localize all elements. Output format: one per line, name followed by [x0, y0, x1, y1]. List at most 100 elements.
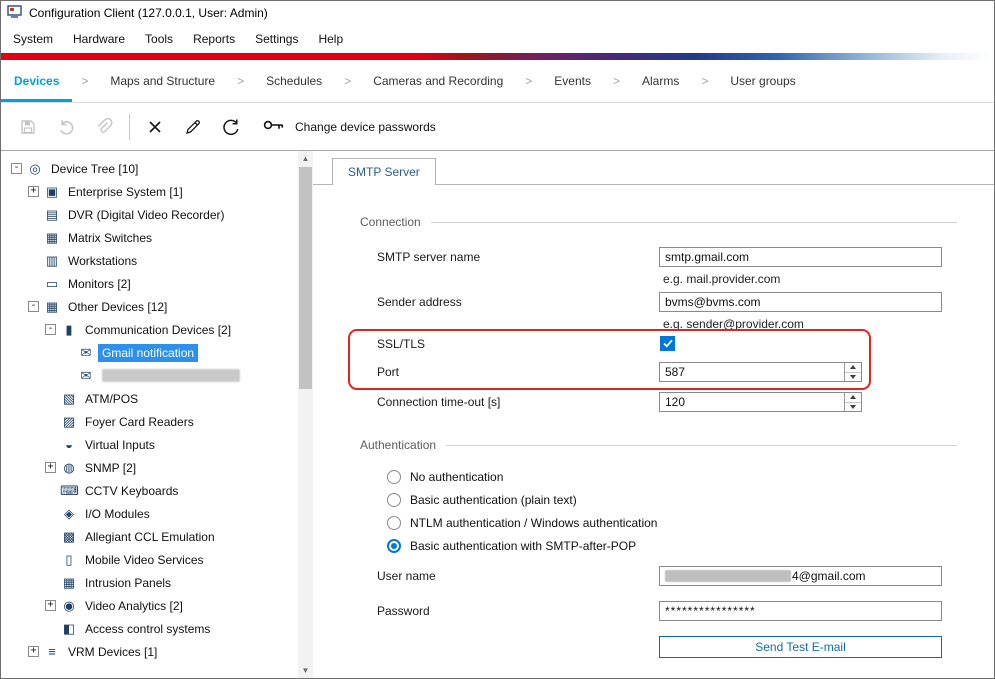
communication-devices-icon: ▮ [60, 322, 78, 338]
tree-item-label: Device Tree [10] [47, 160, 142, 178]
save-button[interactable] [9, 112, 47, 142]
attach-button[interactable] [85, 112, 123, 142]
radio-ntlm-authentication[interactable]: NTLM authentication / Windows authentica… [387, 516, 657, 530]
sender-address-hint: e.g. sender@provider.com [663, 317, 804, 331]
scroll-down-icon[interactable]: ▼ [298, 663, 313, 678]
tree-item-virtual-inputs[interactable]: ◒ Virtual Inputs [1, 433, 298, 456]
tab-user-groups[interactable]: User groups [717, 60, 808, 102]
connection-group-title: Connection [360, 215, 421, 229]
menu-system[interactable]: System [3, 28, 63, 50]
tree-item-gmail-notification[interactable]: ✉ Gmail notification [1, 341, 298, 364]
expander-spacer [45, 439, 56, 450]
connection-timeout-input[interactable]: 120 [659, 392, 862, 412]
tree-item-label: DVR (Digital Video Recorder) [64, 206, 229, 224]
auth-option-label: Basic authentication with SMTP-after-POP [410, 539, 636, 553]
ssl-checkbox[interactable] [660, 336, 675, 351]
tree-item-device-tree[interactable]: - ◎ Device Tree [10] [1, 157, 298, 180]
undo-button[interactable] [47, 112, 85, 142]
tree-item-dvr[interactable]: ▤ DVR (Digital Video Recorder) [1, 203, 298, 226]
spin-up-icon[interactable] [845, 363, 861, 373]
expander-spacer [45, 577, 56, 588]
spin-down-icon[interactable] [845, 403, 861, 412]
tree-item-io-modules[interactable]: ◈ I/O Modules [1, 502, 298, 525]
refresh-button[interactable] [212, 112, 250, 142]
toolbar-separator [129, 114, 130, 140]
scroll-up-icon[interactable]: ▲ [298, 151, 313, 166]
menu-settings[interactable]: Settings [245, 28, 308, 50]
send-test-email-button[interactable]: Send Test E-mail [659, 636, 942, 658]
email-icon: ✉ [77, 345, 95, 361]
change-device-passwords-button[interactable]: Change device passwords [262, 116, 436, 137]
radio-icon [387, 516, 401, 530]
chevron-right-icon: > [692, 60, 717, 102]
undo-icon [57, 118, 75, 136]
tab-maps-and-structure[interactable]: Maps and Structure [97, 60, 228, 102]
tab-events[interactable]: Events [541, 60, 604, 102]
tab-devices[interactable]: Devices [1, 60, 72, 102]
tree-item-foyer-card-readers[interactable]: ▨ Foyer Card Readers [1, 410, 298, 433]
edit-button[interactable] [174, 112, 212, 142]
radio-basic-authentication[interactable]: Basic authentication (plain text) [387, 493, 577, 507]
tree-item-monitors[interactable]: ▭ Monitors [2] [1, 272, 298, 295]
expand-icon[interactable]: + [28, 646, 39, 657]
tree-item-video-analytics[interactable]: + ◉ Video Analytics [2] [1, 594, 298, 617]
port-spinner [844, 363, 861, 381]
tree-item-label: Allegiant CCL Emulation [81, 528, 219, 546]
keyboard-icon: ⌨ [60, 483, 78, 499]
port-input[interactable]: 587 [659, 362, 862, 382]
menu-hardware[interactable]: Hardware [63, 28, 135, 50]
tree-item-mobile-video-services[interactable]: ▯ Mobile Video Services [1, 548, 298, 571]
tab-alarms[interactable]: Alarms [629, 60, 692, 102]
tab-schedules[interactable]: Schedules [253, 60, 335, 102]
group-line [431, 222, 957, 223]
scrollbar-thumb[interactable] [299, 167, 312, 389]
spin-down-icon[interactable] [845, 373, 861, 382]
spin-up-icon[interactable] [845, 393, 861, 403]
tree-item-label: Workstations [64, 252, 141, 270]
collapse-icon[interactable]: - [11, 163, 22, 174]
expand-icon[interactable]: + [45, 462, 56, 473]
tree-item-communication-devices[interactable]: - ▮ Communication Devices [2] [1, 318, 298, 341]
tree-item-vrm-devices[interactable]: + ≡ VRM Devices [1] [1, 640, 298, 663]
matrix-switches-icon: ▦ [43, 230, 61, 246]
menu-reports[interactable]: Reports [183, 28, 245, 50]
port-value: 587 [665, 365, 685, 379]
user-name-value: 4@gmail.com [792, 569, 866, 583]
collapse-icon[interactable]: - [45, 324, 56, 335]
tree-item-snmp[interactable]: + ◍ SNMP [2] [1, 456, 298, 479]
password-input[interactable]: **************** [659, 601, 942, 621]
menu-help[interactable]: Help [308, 28, 353, 50]
tree-item-enterprise-system[interactable]: + ▣ Enterprise System [1] [1, 180, 298, 203]
smtp-server-name-input[interactable]: smtp.gmail.com [659, 247, 942, 267]
content-panel: SMTP Server Connection SMTP server name … [313, 151, 994, 678]
chevron-right-icon: > [335, 60, 360, 102]
sender-address-input[interactable]: bvms@bvms.com [659, 292, 942, 312]
authentication-group-title: Authentication [360, 438, 436, 452]
tab-cameras-and-recording[interactable]: Cameras and Recording [360, 60, 516, 102]
tree-item-redacted-email-device[interactable]: ✉ [1, 364, 298, 387]
tree-item-label: Access control systems [81, 620, 214, 638]
radio-no-authentication[interactable]: No authentication [387, 470, 503, 484]
tree-item-cctv-keyboards[interactable]: ⌨ CCTV Keyboards [1, 479, 298, 502]
menu-tools[interactable]: Tools [135, 28, 183, 50]
tree-item-other-devices[interactable]: - ▦ Other Devices [12] [1, 295, 298, 318]
expander-spacer [45, 508, 56, 519]
tree-scrollbar[interactable]: ▲ ▼ [298, 151, 313, 678]
tree-item-matrix-switches[interactable]: ▦ Matrix Switches [1, 226, 298, 249]
tree-item-workstations[interactable]: ▥ Workstations [1, 249, 298, 272]
delete-button[interactable] [136, 112, 174, 142]
device-tree-panel: - ◎ Device Tree [10] + ▣ Enterprise Syst… [1, 151, 298, 678]
radio-smtp-after-pop[interactable]: Basic authentication with SMTP-after-POP [387, 539, 636, 553]
tree-item-access-control-systems[interactable]: ◧ Access control systems [1, 617, 298, 640]
expand-icon[interactable]: + [28, 186, 39, 197]
ssl-tls-label: SSL/TLS [377, 337, 425, 351]
expand-icon[interactable]: + [45, 600, 56, 611]
tree-item-allegiant-ccl-emulation[interactable]: ▩ Allegiant CCL Emulation [1, 525, 298, 548]
user-name-input[interactable]: 4@gmail.com [659, 566, 942, 586]
close-icon [147, 119, 163, 135]
brand-stripe [1, 53, 994, 60]
tree-item-atm-pos[interactable]: ▧ ATM/POS [1, 387, 298, 410]
tab-smtp-server[interactable]: SMTP Server [332, 158, 436, 185]
collapse-icon[interactable]: - [28, 301, 39, 312]
tree-item-intrusion-panels[interactable]: ▦ Intrusion Panels [1, 571, 298, 594]
